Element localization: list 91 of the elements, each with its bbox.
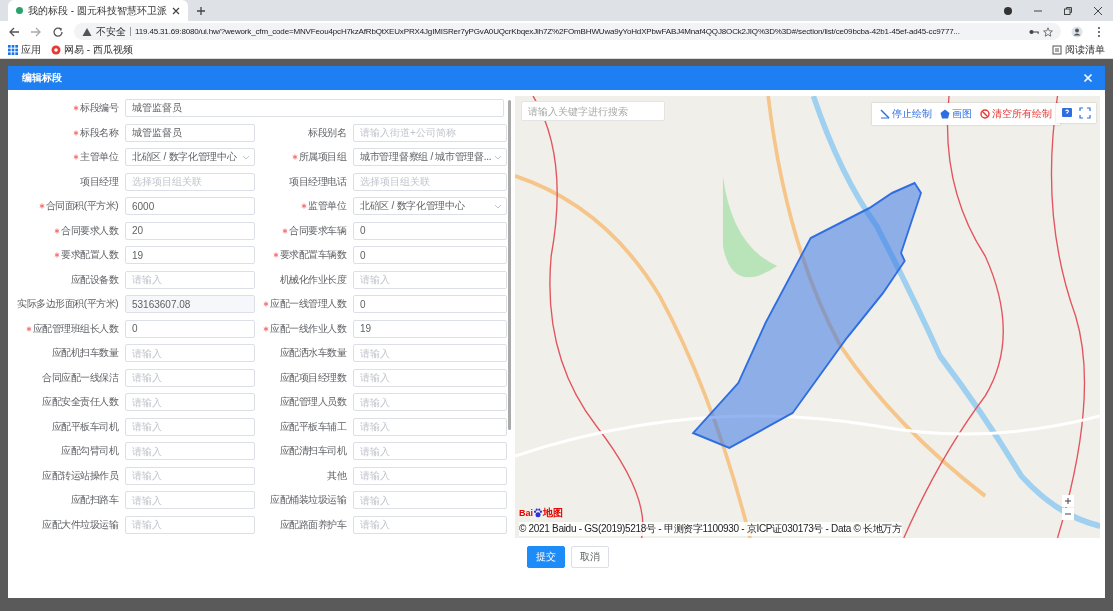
map-copyright: © 2021 Baidu - GS(2019)5218号 - 甲测资字1100930 - 京ICP证030173号 - Data © 长地万方 [519, 522, 902, 536]
field-label: 应配桶装垃圾运输 [269, 493, 346, 508]
field-label: 标段名称 [8, 125, 118, 140]
input-field[interactable]: 城管监督员 [125, 123, 255, 142]
zoom-in-icon[interactable] [1062, 495, 1074, 507]
input-field[interactable]: 19 [125, 246, 255, 265]
close-icon[interactable] [171, 6, 180, 15]
field-label: 实际多边形面积(平方米) [16, 297, 118, 312]
field-label: 应配一线作业人数 [258, 321, 346, 336]
clear-icon [980, 109, 990, 119]
bookmark[interactable]: 应用 [8, 43, 41, 57]
input-field[interactable]: 6000 [125, 197, 255, 216]
field-label: 应配平板车司机 [50, 419, 118, 434]
field-label: 应配机扫车数量 [50, 346, 118, 361]
field-label: 要求配置人数 [8, 248, 118, 263]
input-field[interactable]: 城管监督员 [125, 99, 504, 118]
apps-grid-icon [8, 45, 18, 55]
field-label: 合同要求人数 [8, 223, 118, 238]
field-label: 主管单位 [8, 150, 118, 165]
restore-icon[interactable] [1063, 5, 1073, 16]
field-label: 应配管理人员数 [278, 395, 346, 410]
field-label: 机械化作业长度 [278, 272, 346, 287]
draw-tool-button[interactable]: 画图 [940, 107, 972, 121]
field-label: 项目经理电话 [288, 174, 346, 189]
input-field[interactable]: 0 [125, 319, 255, 338]
address-bar[interactable]: 不安全 119.45.31.69:8080/ui.hw/?wework_cfm_code=MNVFeou4pcH7kzAfRbQtXEUxPRX4JgIMISRer7yPGvA0UQcrKbqexJih7Z%2FOmBHWUwa9yYoHdXPbwFABJ4Mnaf4QQJ8OCk2JIQ%3D%3D#/section/list/ce09bcba-42b1-45ef-ad45-cc9777... [74, 23, 1061, 40]
map-search-field[interactable]: 请输入关键字进行搜索 [521, 101, 665, 121]
input-field[interactable]: 0 [353, 246, 507, 265]
field-label: 应配管理班组长人数 [8, 321, 118, 336]
bookmark[interactable]: 网易 - 西瓜视频 [51, 43, 133, 57]
field-label: 应配安全责任人数 [41, 395, 118, 410]
field-label: 项目经理 [79, 174, 118, 189]
field-label: 标段编号 [8, 101, 118, 116]
map-logo: Bai 地图 [519, 506, 563, 520]
field-label: 应配一线管理人数 [258, 297, 346, 312]
select-field[interactable]: 北碚区 / 数字化管理中心 [125, 148, 255, 167]
field-label: 应配勾臂司机 [60, 444, 118, 459]
field-label: 应配设备数 [69, 272, 118, 287]
scrollbar[interactable] [508, 100, 511, 430]
select-field[interactable]: 城市管理督察组 / 城市管理督... [353, 148, 507, 167]
pentagon-icon [940, 109, 950, 119]
input-field[interactable]: 0 [353, 221, 507, 240]
field-label: 标段别名 [307, 125, 346, 140]
field-label: 要求配置车辆数 [258, 248, 346, 263]
reading-list-button[interactable]: 阅读清单 [1052, 43, 1105, 57]
draw-tool-button[interactable]: 停止绘制 [880, 107, 932, 121]
field-label: 合同面积(平方米) [8, 199, 118, 214]
field-label: 其他 [326, 468, 346, 483]
input-field[interactable]: 0 [353, 295, 507, 314]
fullscreen-icon[interactable] [1079, 107, 1091, 119]
input-field[interactable]: 20 [125, 221, 255, 240]
field-label: 应配平板车辅工 [278, 419, 346, 434]
field-label: 监管单位 [258, 199, 346, 214]
chevron-down-icon [242, 154, 250, 160]
field-label: 应配大件垃圾运输 [41, 517, 118, 532]
close-icon[interactable] [1093, 5, 1103, 16]
reading-list-icon [1052, 45, 1062, 55]
record-icon[interactable] [1003, 5, 1013, 16]
drawn-polygon[interactable] [691, 181, 922, 450]
field-label: 所属项目组 [258, 150, 346, 165]
browser-tab[interactable]: 我的标段 - 圆元科技智慧环卫派 [8, 0, 188, 21]
chevron-down-icon [494, 154, 503, 160]
cancel-button[interactable]: 取消 [571, 546, 609, 568]
star-icon[interactable] [1043, 26, 1053, 37]
reload-icon[interactable] [52, 25, 64, 38]
warning-icon [82, 26, 92, 37]
tab-title: 我的标段 - 圆元科技智慧环卫派 [28, 3, 167, 18]
field-label: 应配扫路车 [69, 493, 118, 508]
select-field[interactable]: 北碚区 / 数字化管理中心 [353, 197, 507, 216]
input-field[interactable]: 19 [353, 319, 507, 338]
profile-icon[interactable] [1071, 25, 1083, 38]
pen-icon [880, 109, 890, 119]
help-icon[interactable] [1061, 107, 1073, 119]
draw-tool-button[interactable]: 清空所有绘制 [980, 107, 1052, 121]
chevron-down-icon [494, 203, 502, 209]
field-label: 合同要求车辆 [258, 223, 346, 238]
field-label: 应配洒水车数量 [278, 346, 346, 361]
field-label: 应配清扫车司机 [278, 444, 346, 459]
security-label: 不安全 [96, 24, 126, 39]
new-tab-icon[interactable] [195, 5, 206, 16]
field-label: 合同应配一线保洁 [41, 370, 118, 385]
url-text: 119.45.31.69:8080/ui.hw/?wework_cfm_code=MNVFeou4pcH7kzAfRbQtXEUxPRX4JgIMISRer7yPGvA0UQcrKbqexJih7Z%2FOmBHWUwa9yYoHdXPbwFABJ4Mnaf4QQJ8OCk2JIQ%3D%3D#/section/list/ce09bcba-42b1-45ef-ad45-cc9777... [135, 27, 961, 36]
input-field: 53163607.08 [125, 295, 255, 314]
site-icon [16, 7, 23, 14]
field-label: 应配路面养护车 [278, 517, 346, 532]
dialog-title: 编辑标段 [22, 71, 62, 85]
zoom-out-icon[interactable] [1062, 508, 1074, 520]
site-icon [51, 45, 61, 55]
back-icon[interactable] [8, 25, 20, 38]
field-label: 应配项目经理数 [278, 370, 346, 385]
field-label: 应配转运站操作员 [41, 468, 118, 483]
